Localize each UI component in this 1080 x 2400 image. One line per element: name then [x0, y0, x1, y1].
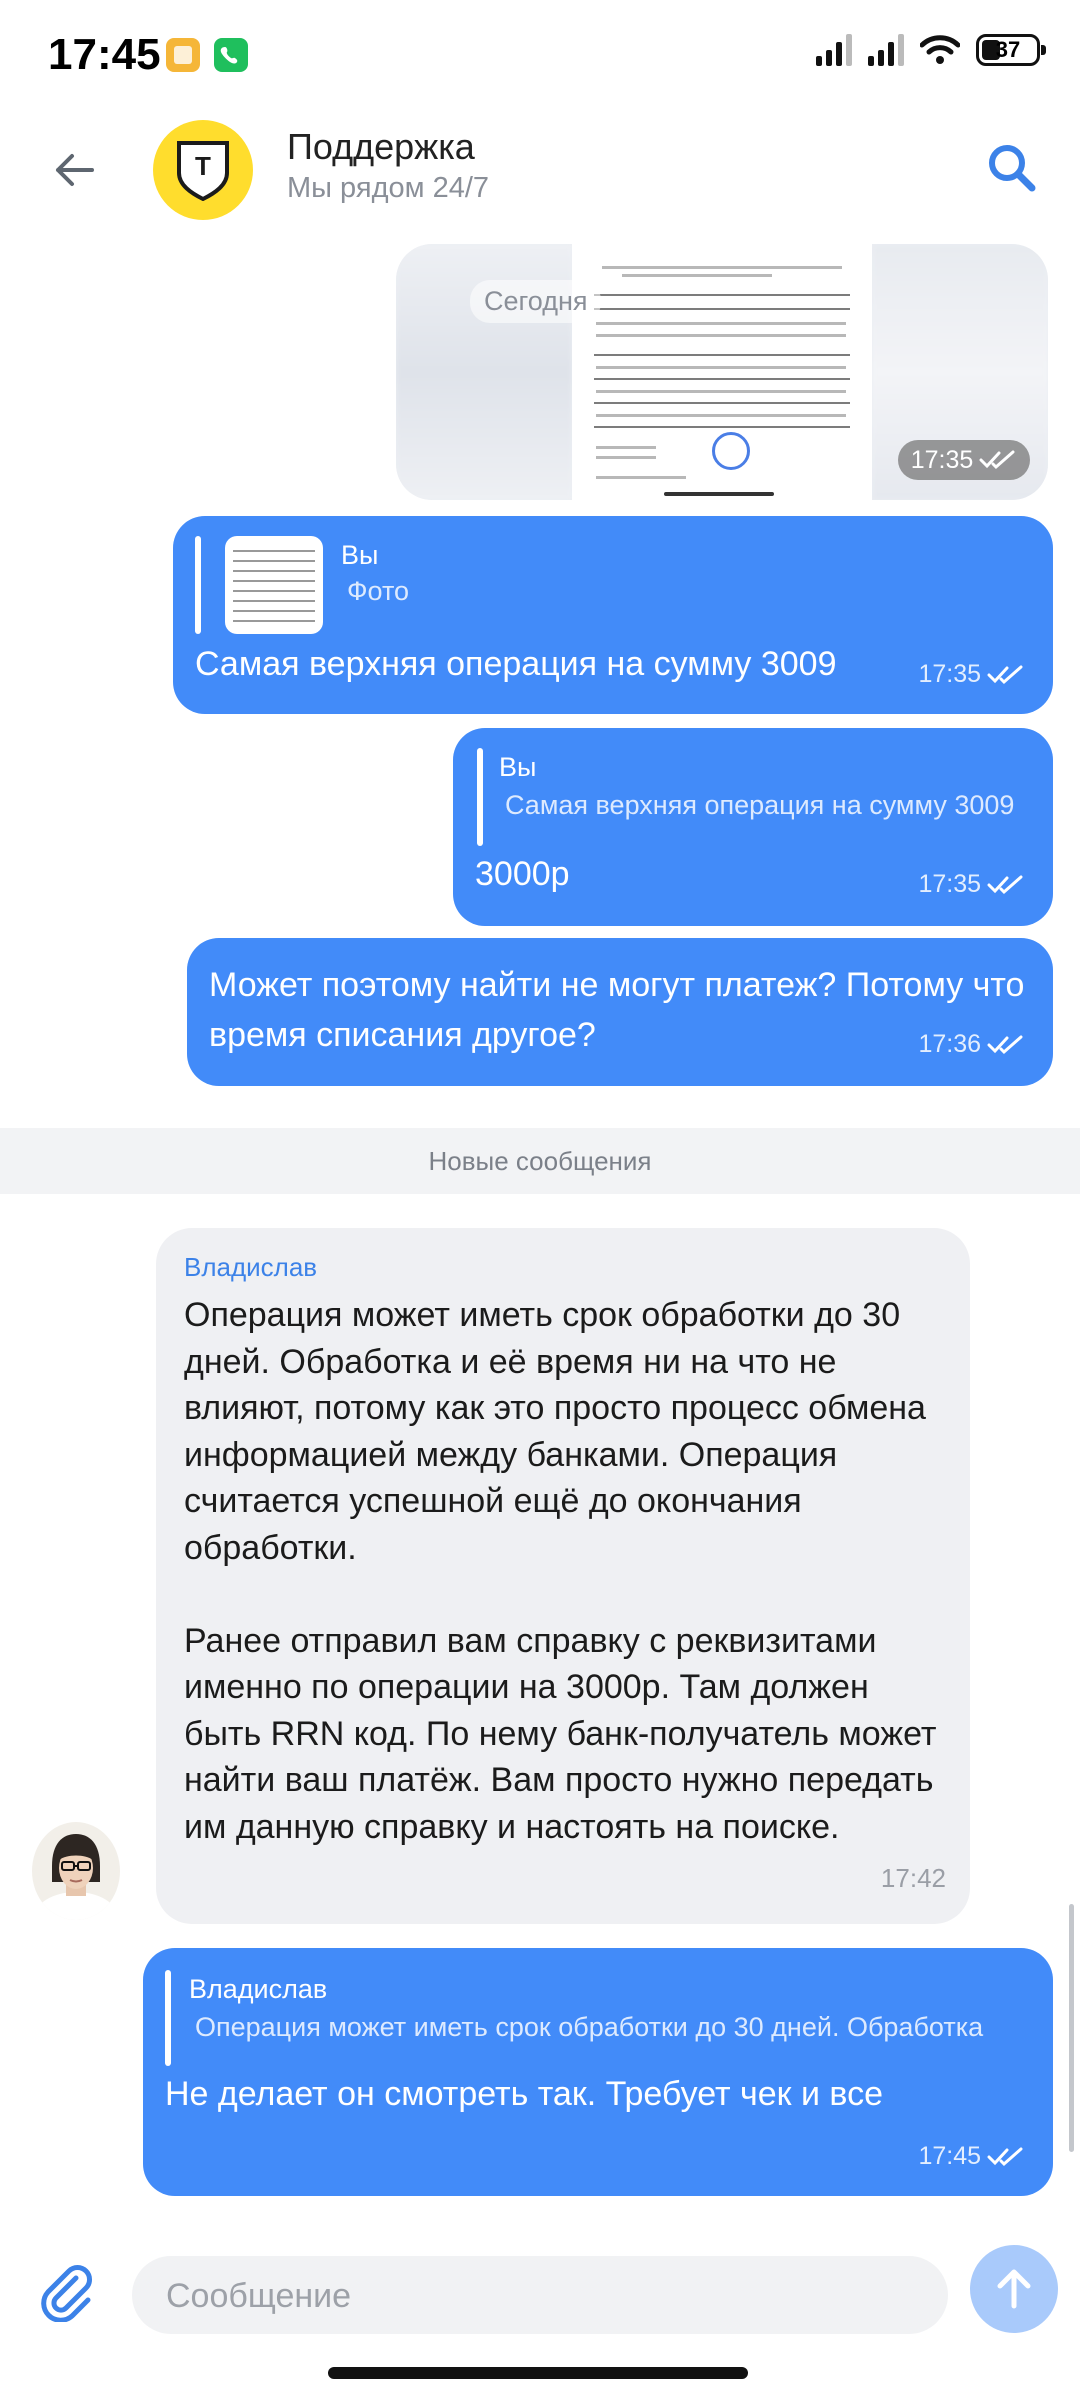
search-icon[interactable] — [984, 140, 1040, 196]
support-avatar[interactable]: Т — [153, 120, 253, 220]
signal-1-icon — [816, 34, 852, 66]
outgoing-message[interactable]: Владислав Операция может иметь срок обра… — [143, 1948, 1053, 2196]
quote-text: Фото — [347, 576, 410, 606]
date-label: Сегодня — [470, 280, 602, 323]
new-messages-divider: Новые сообщения — [0, 1128, 1080, 1194]
chat-subtitle: Мы рядом 24/7 — [287, 172, 490, 204]
home-indicator[interactable] — [328, 2367, 748, 2379]
message-text: Самая верхняя операция на сумму 3009 — [195, 645, 837, 683]
phone-app-icon — [214, 38, 248, 72]
outgoing-message[interactable]: Вы Самая верхняя операция на сумму 3009 … — [453, 728, 1053, 926]
scrollbar[interactable] — [1069, 1904, 1074, 2152]
quote-author: Вы — [341, 540, 379, 570]
message-time: 17:35 — [918, 870, 1025, 899]
outgoing-message[interactable]: Может поэтому найти не могут платеж? Пот… — [187, 938, 1053, 1086]
message-time: 17:36 — [918, 1030, 1025, 1059]
double-check-icon — [987, 875, 1023, 894]
message-time: 17:35 — [918, 660, 1025, 689]
message-text: Не делает он смотреть так. Требует чек и… — [165, 2075, 884, 2113]
svg-text:Т: Т — [195, 151, 211, 181]
quote-author: Вы — [499, 752, 537, 782]
notes-app-icon — [166, 38, 200, 72]
double-check-icon — [987, 1035, 1023, 1054]
image-time: 17:35 — [898, 440, 1030, 480]
quote-author: Владислав — [189, 1974, 328, 2004]
arrow-up-icon — [997, 2269, 1031, 2309]
message-time: 17:45 — [918, 2142, 1025, 2171]
battery-icon: 37 — [976, 34, 1046, 66]
incoming-message[interactable]: Владислав Операция может иметь срок обра… — [156, 1228, 970, 1924]
status-time: 17:45 — [48, 30, 161, 79]
chat-title: Поддержка — [287, 126, 475, 167]
message-text: Может поэтому найти не могут платеж? Пот… — [209, 966, 1025, 1054]
back-arrow-icon[interactable] — [50, 146, 98, 194]
message-text: 3000р — [475, 855, 570, 893]
double-check-icon — [987, 665, 1023, 684]
paperclip-icon[interactable] — [36, 2260, 98, 2322]
outgoing-message[interactable]: Вы Фото Самая верхняя операция на сумму … — [173, 516, 1053, 714]
message-text: Операция может иметь срок обработки до 3… — [184, 1296, 937, 1846]
document-image — [572, 244, 872, 500]
quote-text: Операция может иметь срок обработки до 3… — [195, 2012, 984, 2042]
message-time: 17:42 — [880, 1863, 946, 1893]
double-check-icon — [979, 450, 1015, 470]
double-check-icon — [987, 2147, 1023, 2166]
status-icons: 37 — [816, 34, 1046, 66]
photo-thumbnail — [225, 536, 323, 634]
shield-logo-icon: Т — [177, 141, 229, 201]
agent-avatar[interactable] — [32, 1822, 120, 1920]
message-input[interactable] — [164, 2256, 918, 2336]
wifi-icon — [920, 35, 960, 64]
quote-text: Самая верхняя операция на сумму 3009 — [505, 790, 1015, 820]
sender-name: Владислав — [184, 1252, 318, 1282]
message-composer[interactable] — [132, 2256, 948, 2336]
stamp-icon — [712, 432, 750, 470]
signal-2-icon — [868, 34, 904, 66]
send-button[interactable] — [970, 2245, 1058, 2333]
